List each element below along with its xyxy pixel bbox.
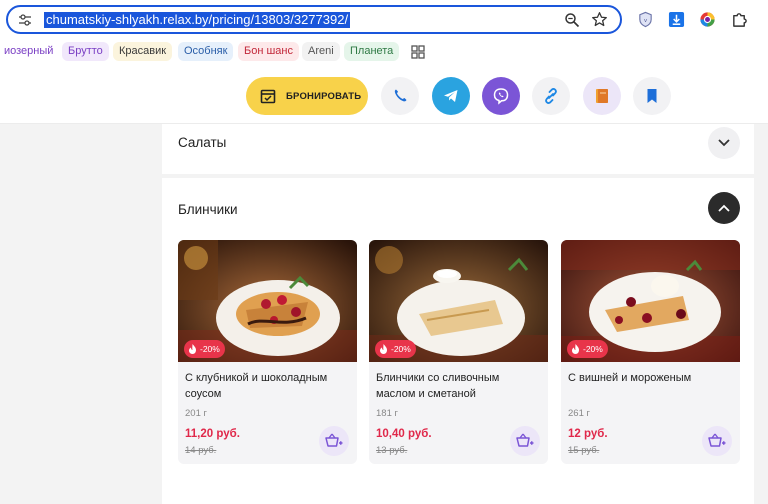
add-to-cart-button[interactable] bbox=[702, 426, 732, 456]
download-icon[interactable] bbox=[668, 11, 685, 28]
collapse-toggle-button[interactable] bbox=[708, 192, 740, 224]
booklet-icon bbox=[596, 89, 608, 103]
svg-text:v: v bbox=[644, 18, 647, 24]
add-to-cart-button[interactable] bbox=[319, 426, 349, 456]
bookmark-item[interactable]: иозерный bbox=[0, 42, 60, 61]
browser-chrome: chumatskiy-shlyakh.relax.by/pricing/1380… bbox=[0, 0, 768, 68]
telegram-button[interactable] bbox=[432, 77, 470, 115]
discount-text: -20% bbox=[200, 344, 220, 354]
section-title: Салаты bbox=[178, 135, 227, 150]
product-weight: 261 г bbox=[568, 408, 590, 419]
shield-extension-icon[interactable]: v bbox=[637, 11, 654, 28]
viber-icon bbox=[493, 88, 509, 105]
page-content: БРОНИРОВАТЬ Салаты Блинчики -20% С клубн… bbox=[0, 68, 768, 504]
telegram-icon bbox=[444, 90, 458, 102]
fire-icon bbox=[189, 344, 196, 354]
product-name[interactable]: С клубникой и шоколадным соусом bbox=[185, 370, 350, 402]
address-bar-row: chumatskiy-shlyakh.relax.by/pricing/1380… bbox=[0, 0, 768, 40]
phone-button[interactable] bbox=[381, 77, 419, 115]
discount-badge: -20% bbox=[375, 340, 416, 358]
bookmark-star-icon[interactable] bbox=[591, 11, 608, 28]
product-card[interactable]: -20% С клубникой и шоколадным соусом 201… bbox=[178, 240, 357, 464]
link-icon bbox=[545, 88, 557, 104]
bookmark-item[interactable]: Особняк bbox=[178, 42, 234, 61]
bookmark-item[interactable]: Красавик bbox=[113, 42, 173, 61]
fire-icon bbox=[572, 344, 579, 354]
product-old-price: 15 руб. bbox=[568, 445, 600, 456]
product-price: 12 руб. bbox=[568, 428, 608, 440]
bookmark-item[interactable]: Планета bbox=[344, 42, 400, 61]
bookmark-icon bbox=[647, 89, 657, 103]
viber-button[interactable] bbox=[482, 77, 520, 115]
product-old-price: 13 руб. bbox=[376, 445, 408, 456]
url-text[interactable]: chumatskiy-shlyakh.relax.by/pricing/1380… bbox=[44, 12, 351, 28]
site-settings-icon[interactable] bbox=[18, 13, 32, 27]
bookmarks-bar: иозерный Брутто Красавик Особняк Бон шан… bbox=[0, 40, 768, 64]
discount-text: -20% bbox=[391, 344, 411, 354]
chevron-up-icon bbox=[718, 204, 730, 212]
product-weight: 201 г bbox=[185, 408, 207, 419]
section-salads: Салаты bbox=[162, 124, 754, 174]
bookmark-item[interactable]: Бон шанс bbox=[238, 42, 299, 61]
basket-plus-icon bbox=[516, 433, 534, 447]
fire-icon bbox=[380, 344, 387, 354]
product-card[interactable]: -20% Блинчики со сливочным маслом и смет… bbox=[369, 240, 548, 464]
product-card[interactable]: -20% С вишней и мороженым 261 г 12 руб. … bbox=[561, 240, 740, 464]
product-price: 11,20 руб. bbox=[185, 428, 240, 440]
product-name[interactable]: С вишней и мороженым bbox=[568, 370, 733, 386]
basket-plus-icon bbox=[708, 433, 726, 447]
phone-icon bbox=[394, 89, 407, 102]
section-next bbox=[162, 467, 754, 504]
action-bar: БРОНИРОВАТЬ bbox=[0, 68, 768, 124]
apps-grid-icon[interactable] bbox=[411, 45, 425, 59]
discount-text: -20% bbox=[583, 344, 603, 354]
book-button[interactable]: БРОНИРОВАТЬ bbox=[246, 77, 368, 115]
zoom-icon[interactable] bbox=[564, 12, 580, 28]
menu-booklet-button[interactable] bbox=[583, 77, 621, 115]
color-extension-icon[interactable] bbox=[699, 11, 716, 28]
save-bookmark-button[interactable] bbox=[633, 77, 671, 115]
basket-plus-icon bbox=[325, 433, 343, 447]
product-name[interactable]: Блинчики со сливочным маслом и сметаной bbox=[376, 370, 541, 402]
add-to-cart-button[interactable] bbox=[510, 426, 540, 456]
product-weight: 181 г bbox=[376, 408, 398, 419]
discount-badge: -20% bbox=[567, 340, 608, 358]
bookmark-item[interactable]: Брутто bbox=[62, 42, 109, 61]
section-title: Блинчики bbox=[178, 202, 238, 217]
bookmark-item[interactable]: Areni bbox=[302, 42, 340, 61]
product-old-price: 14 руб. bbox=[185, 445, 217, 456]
product-price: 10,40 руб. bbox=[376, 428, 432, 440]
discount-badge: -20% bbox=[184, 340, 225, 358]
book-button-label: БРОНИРОВАТЬ bbox=[286, 90, 362, 102]
chevron-down-icon bbox=[718, 139, 730, 147]
share-link-button[interactable] bbox=[532, 77, 570, 115]
address-bar[interactable]: chumatskiy-shlyakh.relax.by/pricing/1380… bbox=[6, 5, 622, 34]
extensions-puzzle-icon[interactable] bbox=[731, 11, 748, 28]
expand-toggle-button[interactable] bbox=[708, 127, 740, 159]
calendar-icon bbox=[260, 89, 276, 104]
